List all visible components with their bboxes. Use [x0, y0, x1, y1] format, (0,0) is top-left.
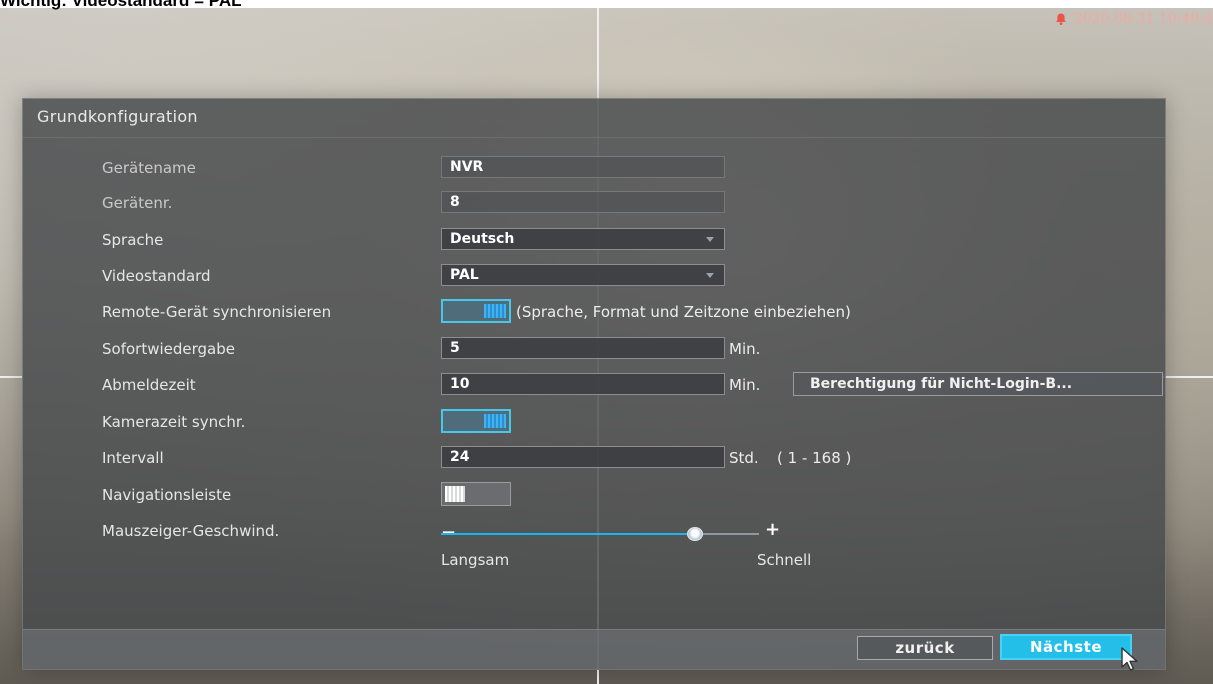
next-button[interactable]: Nächste [1000, 634, 1132, 660]
screen-split-line-horizontal-left [0, 376, 22, 378]
chevron-down-icon [706, 273, 714, 278]
row-nav-bar: Navigationsleiste [23, 481, 1165, 511]
interval-unit: Std. [729, 449, 759, 467]
video-standard-select[interactable]: PAL [441, 264, 725, 286]
camera-time-sync-label: Kamerazeit synchr. [102, 413, 246, 431]
toggle-knob [445, 486, 465, 502]
nav-bar-label: Navigationsleiste [102, 486, 232, 504]
logout-time-field[interactable]: 10 [441, 373, 725, 395]
row-logout-time: Abmeldezeit 10 Min. Berechtigung für Nic… [23, 371, 1165, 401]
back-button[interactable]: zurück [857, 636, 993, 660]
device-name-field[interactable]: NVR [441, 156, 725, 178]
language-label: Sprache [102, 231, 164, 249]
chevron-down-icon [706, 237, 714, 242]
interval-range: ( 1 - 168 ) [777, 449, 852, 467]
row-remote-sync: Remote-Gerät synchronisieren (Sprache, F… [23, 298, 1165, 328]
title-divider [23, 137, 1165, 138]
remote-sync-label: Remote-Gerät synchronisieren [102, 303, 332, 321]
instant-playback-label: Sofortwiedergabe [102, 340, 235, 358]
slider-min-label: Langsam [441, 551, 510, 569]
row-interval: Intervall 24 Std. ( 1 - 168 ) [23, 444, 1165, 474]
mouse-pointer-icon [1121, 647, 1138, 671]
mouse-speed-slider[interactable] [441, 533, 759, 535]
dialog-title: Grundkonfiguration [37, 107, 198, 126]
toggle-knob [484, 414, 506, 428]
slider-max-label: Schnell [757, 551, 812, 569]
remote-sync-toggle[interactable] [441, 299, 511, 323]
device-name-label: Gerätename [102, 159, 196, 177]
slider-fill [441, 533, 695, 535]
mouse-speed-label: Mauszeiger-Geschwind. [102, 522, 280, 540]
row-mouse-speed: Mauszeiger-Geschwind. − + Langsam Schnel… [23, 517, 1165, 587]
monitor-screen: 2020-08-31 10:40:4 Grundkonfiguration Ge… [0, 8, 1213, 684]
logout-time-unit: Min. [729, 376, 761, 394]
slider-track-rest [695, 533, 759, 535]
caption-text: Wichtig: Videostandard = PAL [0, 0, 242, 10]
slider-thumb[interactable] [687, 527, 703, 541]
photo-stage: Wichtig: Videostandard = PAL 2020-08-31 … [0, 0, 1213, 684]
nav-bar-toggle[interactable] [441, 482, 511, 506]
toggle-knob [484, 304, 506, 318]
row-device-number: Gerätenr. 8 [23, 189, 1165, 219]
non-login-permission-button[interactable]: Berechtigung für Nicht-Login-B... [793, 372, 1163, 396]
dialog-footer [23, 629, 1165, 670]
interval-label: Intervall [102, 449, 164, 467]
instant-playback-unit: Min. [729, 340, 761, 358]
screen-split-line-horizontal-right [1160, 376, 1213, 378]
language-select[interactable]: Deutsch [441, 228, 725, 250]
row-instant-playback: Sofortwiedergabe 5 Min. [23, 335, 1165, 365]
remote-sync-note: (Sprache, Format und Zeitzone einbeziehe… [516, 303, 851, 321]
camera-time-sync-toggle[interactable] [441, 409, 511, 433]
video-standard-value: PAL [450, 267, 479, 283]
instant-playback-field[interactable]: 5 [441, 337, 725, 359]
row-device-name: Gerätename NVR [23, 154, 1165, 184]
device-number-label: Gerätenr. [102, 194, 173, 212]
row-camera-time-sync: Kamerazeit synchr. [23, 408, 1165, 438]
status-clock: 2020-08-31 10:40:4 [1054, 8, 1213, 30]
alarm-bell-icon [1055, 13, 1066, 25]
basic-config-dialog: Grundkonfiguration Gerätename NVR Geräte… [22, 98, 1166, 671]
row-language: Sprache Deutsch [23, 226, 1165, 256]
logout-time-label: Abmeldezeit [102, 376, 196, 394]
interval-field[interactable]: 24 [441, 446, 725, 468]
slider-plus[interactable]: + [765, 521, 780, 539]
row-video-standard: Videostandard PAL [23, 262, 1165, 292]
clock-text: 2020-08-31 10:40:4 [1073, 11, 1213, 27]
language-value: Deutsch [450, 231, 515, 247]
device-number-field[interactable]: 8 [441, 191, 725, 213]
video-standard-label: Videostandard [102, 267, 211, 285]
